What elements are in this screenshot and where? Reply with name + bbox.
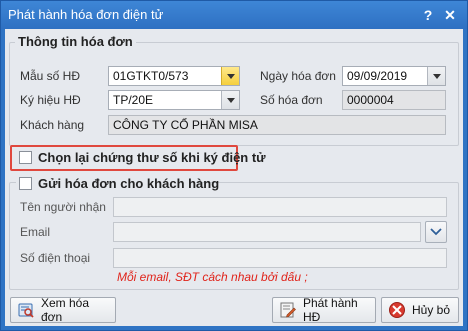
- invoice-date-label: Ngày hóa đơn: [260, 69, 336, 83]
- serial-combo[interactable]: TP/20E: [108, 90, 240, 110]
- cancel-button[interactable]: Hủy bỏ: [381, 297, 459, 323]
- title-bar[interactable]: Phát hành hóa đơn điện tử ? ✕: [1, 1, 467, 29]
- recipient-label: Tên người nhận: [20, 200, 106, 214]
- cancel-label: Hủy bỏ: [412, 303, 451, 317]
- chevron-down-icon: [432, 73, 441, 79]
- form-template-label: Mẫu số HĐ: [20, 69, 81, 83]
- chevron-down-icon: [430, 228, 442, 236]
- invoice-number-value: 0000004: [347, 93, 394, 107]
- chevron-down-icon: [226, 73, 235, 79]
- form-template-dropdown-button[interactable]: [221, 67, 239, 85]
- send-to-customer-checkbox[interactable]: [19, 177, 32, 190]
- separator-note: Mỗi email, SĐT cách nhau bởi dấu ;: [117, 270, 308, 284]
- invoice-date-value: 09/09/2019: [347, 69, 408, 83]
- invoice-info-title: Thông tin hóa đơn: [15, 34, 136, 49]
- serial-dropdown-button[interactable]: [221, 91, 239, 109]
- phone-input[interactable]: [113, 248, 447, 268]
- phone-label: Số điện thoại: [20, 251, 91, 265]
- invoice-number-field: 0000004: [342, 90, 446, 110]
- chevron-down-icon: [226, 97, 235, 103]
- customer-field: CÔNG TY CỔ PHẦN MISA: [108, 115, 446, 135]
- serial-value: TP/20E: [113, 93, 154, 107]
- sign-invoice-icon: [279, 301, 297, 319]
- reselect-certificate-checkbox[interactable]: [19, 151, 32, 164]
- issue-invoice-dialog: Phát hành hóa đơn điện tử ? ✕ Thông tin …: [0, 0, 468, 331]
- customer-label: Khách hàng: [20, 118, 85, 132]
- view-invoice-button[interactable]: Xem hóa đơn: [10, 296, 116, 324]
- view-invoice-label: Xem hóa đơn: [41, 296, 90, 324]
- invoice-date-picker[interactable]: 09/09/2019: [342, 66, 446, 86]
- invoice-date-dropdown-button[interactable]: [427, 67, 445, 85]
- close-button[interactable]: ✕: [441, 6, 459, 24]
- dialog-body: Thông tin hóa đơn Mẫu số HĐ 01GTKT0/573 …: [5, 29, 463, 326]
- email-input[interactable]: [113, 222, 421, 242]
- email-label: Email: [20, 225, 51, 239]
- form-template-combo[interactable]: 01GTKT0/573: [108, 66, 240, 86]
- issue-invoice-label: Phát hành HĐ: [303, 296, 358, 324]
- issue-invoice-button[interactable]: Phát hành HĐ: [272, 296, 376, 324]
- dialog-title: Phát hành hóa đơn điện tử: [8, 7, 164, 22]
- invoice-preview-icon: [17, 301, 35, 319]
- recipient-input[interactable]: [113, 197, 447, 217]
- cancel-icon: [388, 301, 406, 319]
- reselect-certificate-label[interactable]: Chọn lại chứng thư số khi ký điện tử: [38, 150, 266, 165]
- serial-label: Ký hiệu HĐ: [20, 93, 81, 107]
- send-to-customer-label[interactable]: Gửi hóa đơn cho khách hàng: [38, 176, 219, 191]
- email-dropdown-button[interactable]: [425, 221, 447, 243]
- form-template-value: 01GTKT0/573: [113, 69, 189, 83]
- customer-value: CÔNG TY CỔ PHẦN MISA: [113, 118, 258, 132]
- help-button[interactable]: ?: [419, 6, 437, 24]
- invoice-number-label: Số hóa đơn: [260, 93, 323, 107]
